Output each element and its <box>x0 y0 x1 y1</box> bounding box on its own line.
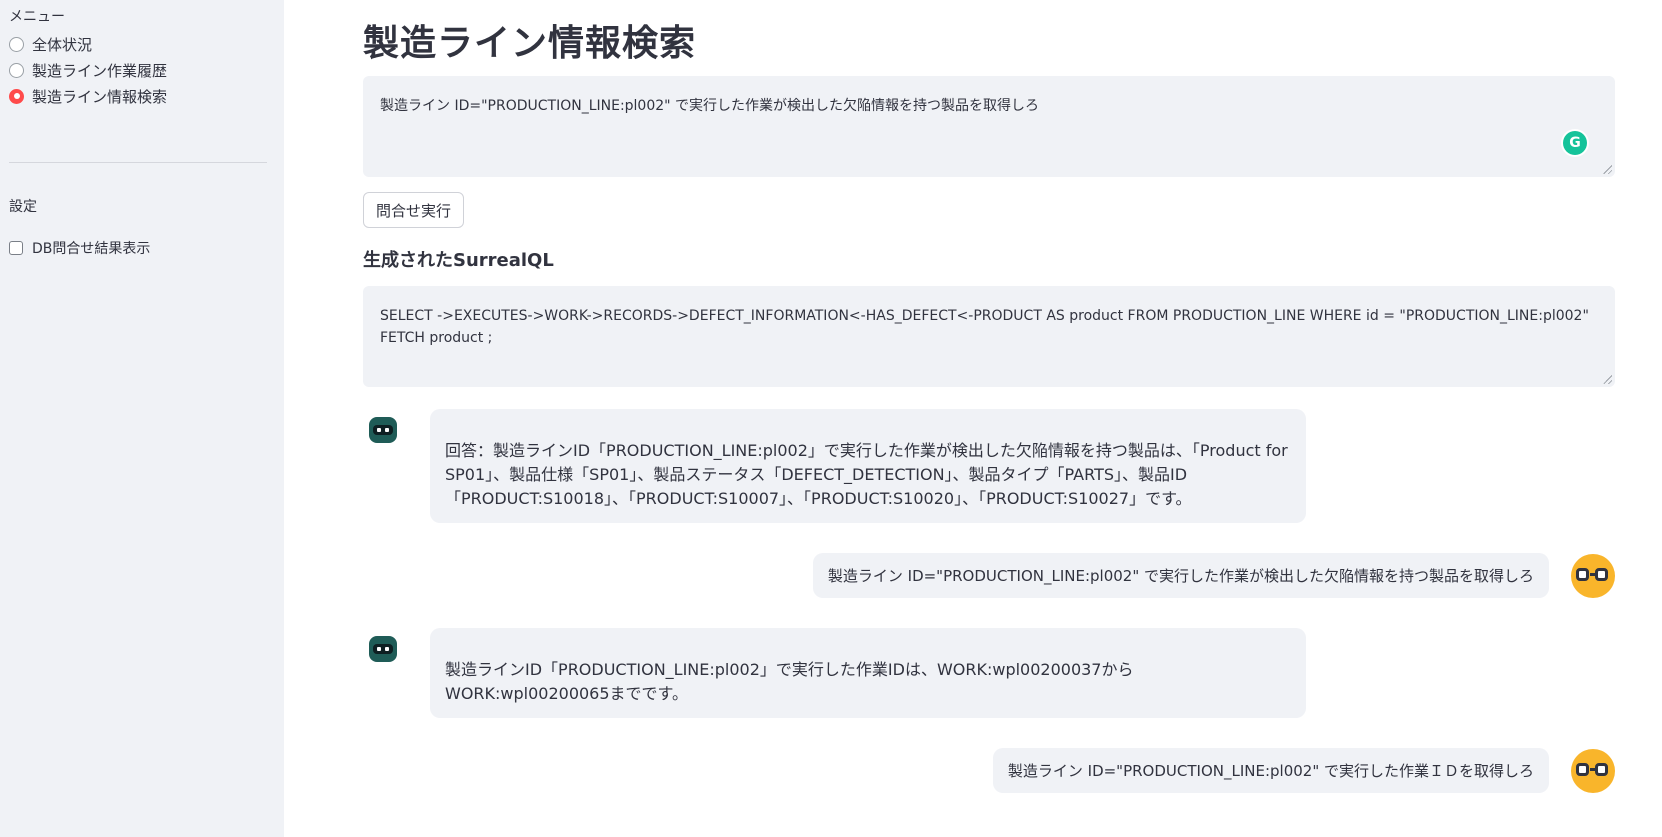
radio-button-selected[interactable] <box>9 88 24 104</box>
menu-label: メニュー <box>9 9 65 25</box>
menu-item-label: 製造ライン情報検索 <box>32 87 168 106</box>
prompt-textarea[interactable]: 製造ライン ID="PRODUCTION_LINE:pl002" で実行した作業… <box>363 76 1615 177</box>
checkbox-label: DB問合せ結果表示 <box>32 241 151 257</box>
user-message-bubble: 製造ライン ID="PRODUCTION_LINE:pl002" で実行した作業… <box>812 553 1549 598</box>
nerd-face-avatar-icon <box>1571 748 1615 793</box>
db-result-toggle[interactable]: DB問合せ結果表示 <box>9 238 284 258</box>
menu-item-overview[interactable]: 全体状況 <box>9 34 284 54</box>
resize-handle-icon[interactable] <box>1602 164 1612 174</box>
run-query-button[interactable]: 問合せ実行 <box>363 192 465 228</box>
assistant-message-text: 製造ラインID「PRODUCTION_LINE:pl002」で実行した作業IDは… <box>445 660 1134 703</box>
checkbox[interactable] <box>9 241 23 255</box>
main-content: 製造ライン情報検索 製造ライン ID="PRODUCTION_LINE:pl00… <box>284 0 1662 837</box>
grammarly-icon[interactable]: G <box>1563 131 1587 155</box>
radio-button[interactable] <box>9 36 24 52</box>
resize-handle-icon[interactable] <box>1602 374 1612 384</box>
page-title: 製造ライン情報検索 <box>363 23 697 64</box>
menu-item-work-history[interactable]: 製造ライン作業履歴 <box>9 60 284 80</box>
menu-item-label: 製造ライン作業履歴 <box>32 61 168 80</box>
chat-message-assistant: 製造ラインID「PRODUCTION_LINE:pl002」で実行した作業IDは… <box>363 628 1615 718</box>
assistant-message-bubble: 製造ラインID「PRODUCTION_LINE:pl002」で実行した作業IDは… <box>430 628 1306 718</box>
menu-item-label: 全体状況 <box>32 35 93 54</box>
app-root: メニュー 全体状況 製造ライン作業履歴 製造ライン情報検索 設定 DB問合せ結果… <box>0 0 1662 837</box>
sidebar: メニュー 全体状況 製造ライン作業履歴 製造ライン情報検索 設定 DB問合せ結果… <box>0 0 284 837</box>
assistant-message-bubble: 回答：製造ラインID「PRODUCTION_LINE:pl002」で実行した作業… <box>430 409 1306 523</box>
sidebar-divider <box>9 162 267 163</box>
prompt-text: 製造ライン ID="PRODUCTION_LINE:pl002" で実行した作業… <box>380 98 1040 114</box>
settings-label: 設定 <box>9 199 37 215</box>
user-message-text: 製造ライン ID="PRODUCTION_LINE:pl002" で実行した作業… <box>1007 762 1534 780</box>
radio-button[interactable] <box>9 62 24 78</box>
chat-message-assistant: 回答：製造ラインID「PRODUCTION_LINE:pl002」で実行した作業… <box>363 409 1615 523</box>
user-message-text: 製造ライン ID="PRODUCTION_LINE:pl002" で実行した作業… <box>827 567 1534 585</box>
robot-avatar-icon <box>363 411 403 451</box>
generated-sql-text: SELECT ->EXECUTES->WORK->RECORDS->DEFECT… <box>380 308 1589 346</box>
chat-message-user: 製造ライン ID="PRODUCTION_LINE:pl002" で実行した作業… <box>363 553 1615 598</box>
assistant-message-text: 回答：製造ラインID「PRODUCTION_LINE:pl002」で実行した作業… <box>445 441 1288 508</box>
menu-radio-group: 全体状況 製造ライン作業履歴 製造ライン情報検索 <box>9 34 284 106</box>
chat-message-user: 製造ライン ID="PRODUCTION_LINE:pl002" で実行した作業… <box>363 748 1615 793</box>
menu-item-info-search[interactable]: 製造ライン情報検索 <box>9 86 284 106</box>
robot-avatar-icon <box>363 630 403 670</box>
nerd-face-avatar-icon <box>1571 553 1615 598</box>
generated-sql-textarea[interactable]: SELECT ->EXECUTES->WORK->RECORDS->DEFECT… <box>363 286 1615 387</box>
user-message-bubble: 製造ライン ID="PRODUCTION_LINE:pl002" で実行した作業… <box>992 748 1549 793</box>
generated-sql-heading: 生成されたSurrealQL <box>363 250 554 271</box>
